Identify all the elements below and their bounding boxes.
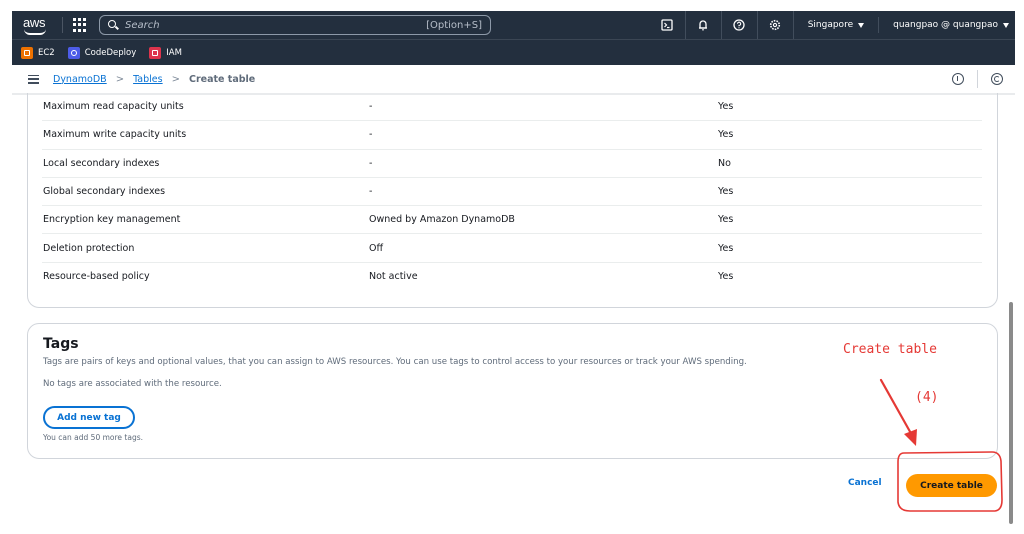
setting-value: -: [369, 129, 373, 141]
setting-name: Local secondary indexes: [43, 157, 160, 169]
caret-down-icon: [1003, 22, 1009, 28]
favorite-codedeploy[interactable]: CodeDeploy: [67, 46, 137, 59]
setting-editable: Yes: [718, 271, 734, 283]
breadcrumb: DynamoDB > Tables > Create table: [53, 74, 255, 85]
tags-description: Tags are pairs of keys and optional valu…: [43, 357, 747, 367]
cloudshell-button[interactable]: [650, 11, 686, 39]
search-shortcut: [Option+S]: [426, 19, 482, 31]
table-row: Resource-based policy Not active Yes: [42, 263, 982, 291]
setting-name: Resource-based policy: [43, 271, 150, 283]
settings-button[interactable]: [758, 11, 794, 39]
tags-heading: Tags: [43, 336, 79, 352]
setting-name: Global secondary indexes: [43, 186, 166, 198]
tags-limit-text: You can add 50 more tags.: [43, 433, 143, 442]
aws-logo-text: aws: [23, 15, 46, 30]
account-label: quangpao @ quangpao: [893, 20, 998, 30]
favorites-bar: EC2 CodeDeploy IAM: [12, 39, 1015, 65]
setting-name: Maximum read capacity units: [43, 101, 184, 113]
setting-editable: Yes: [718, 101, 734, 113]
aws-smile-icon: [24, 29, 46, 35]
history-icon[interactable]: [991, 73, 1003, 85]
breadcrumb-tables[interactable]: Tables: [133, 74, 163, 85]
cancel-button[interactable]: Cancel: [848, 478, 882, 488]
table-row: Global secondary indexes - Yes: [42, 178, 982, 207]
region-selector[interactable]: Singapore: [794, 17, 880, 33]
table-row: Maximum read capacity units - Yes: [42, 93, 982, 122]
bell-icon: [699, 20, 708, 31]
table-row: Maximum write capacity units - Yes: [42, 121, 982, 150]
table-settings-panel: Maximum read capacity units - Yes Maximu…: [27, 93, 998, 308]
setting-value: Not active: [369, 271, 418, 283]
table-row: Encryption key management Owned by Amazo…: [42, 206, 982, 235]
chevron-right-icon: >: [171, 73, 180, 85]
region-label: Singapore: [807, 20, 854, 30]
annotation-step: (4): [915, 390, 939, 405]
add-new-tag-button[interactable]: Add new tag: [43, 406, 135, 429]
setting-value: -: [369, 157, 373, 169]
breadcrumb-bar: DynamoDB > Tables > Create table: [12, 65, 1015, 95]
setting-name: Maximum write capacity units: [43, 129, 187, 141]
divider: [977, 70, 978, 88]
annotation-label: Create table: [843, 342, 937, 357]
setting-value: Owned by Amazon DynamoDB: [369, 214, 515, 226]
setting-editable: Yes: [718, 242, 734, 254]
favorite-label: IAM: [166, 47, 182, 58]
setting-value: Off: [369, 242, 384, 254]
aws-logo[interactable]: aws: [22, 14, 52, 36]
search-icon: [108, 20, 118, 30]
favorite-label: CodeDeploy: [84, 47, 137, 58]
favorite-ec2[interactable]: EC2: [21, 46, 55, 59]
account-menu[interactable]: quangpao @ quangpao: [879, 17, 1015, 33]
chevron-right-icon: >: [115, 73, 125, 85]
cloudshell-icon: [661, 19, 673, 31]
table-row: Local secondary indexes - No: [42, 150, 982, 178]
setting-editable: Yes: [718, 129, 734, 141]
table-row: Deletion protection Off Yes: [42, 235, 982, 263]
settings-icon: [770, 19, 781, 31]
page-tools: [952, 65, 1015, 93]
breadcrumb-current: Create table: [189, 73, 256, 85]
divider: [62, 17, 63, 33]
services-grid-icon[interactable]: [73, 18, 87, 32]
search-input[interactable]: Search [Option+S]: [99, 15, 491, 35]
favorite-label: EC2: [38, 47, 55, 58]
setting-editable: No: [718, 157, 731, 169]
setting-editable: Yes: [718, 214, 734, 226]
setting-name: Deletion protection: [43, 242, 135, 254]
nav-right-group: Singapore quangpao @ quangpao: [650, 11, 1015, 39]
codedeploy-icon: [67, 46, 80, 59]
page-scrollbar[interactable]: [1009, 302, 1013, 524]
search-placeholder: Search: [125, 19, 160, 31]
caret-down-icon: [858, 22, 865, 28]
breadcrumb-dynamodb[interactable]: DynamoDB: [53, 74, 107, 85]
setting-value: -: [369, 186, 373, 198]
tags-empty-message: No tags are associated with the resource…: [43, 379, 222, 389]
help-button[interactable]: [722, 11, 758, 39]
setting-editable: Yes: [718, 186, 734, 198]
setting-value: -: [369, 101, 373, 113]
iam-icon: [149, 46, 162, 59]
menu-icon[interactable]: [28, 74, 39, 84]
help-icon: [733, 19, 745, 31]
notifications-button[interactable]: [686, 11, 722, 39]
ec2-icon: [21, 46, 33, 59]
setting-name: Encryption key management: [43, 214, 181, 226]
top-navigation-bar: aws Search [Option+S] Singapore quangpao…: [12, 11, 1015, 39]
info-icon[interactable]: [952, 73, 964, 85]
favorite-iam[interactable]: IAM: [149, 46, 182, 59]
create-table-button[interactable]: Create table: [906, 474, 997, 497]
